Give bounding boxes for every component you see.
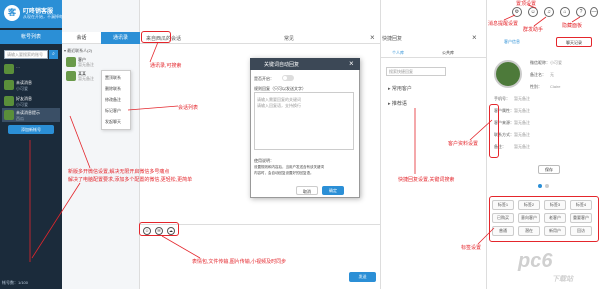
search-icon[interactable]: ⌕ [49, 50, 58, 59]
contact-group[interactable]: ▾ 最近联系人(2) [64, 48, 92, 54]
phrase-group[interactable]: ▸ 常用客户 [388, 85, 412, 92]
avatar [66, 71, 76, 81]
annotation: 隐藏面板 [562, 23, 583, 29]
tab-chat-history[interactable]: 聊天记录 [556, 37, 592, 47]
enable-toggle[interactable] [282, 75, 294, 81]
confirm-button[interactable]: 确定 [322, 186, 344, 195]
tab-sessions[interactable]: 会话 [62, 32, 101, 44]
field-value[interactable]: Claire [550, 84, 560, 89]
broadcast-icon[interactable]: ♫ [544, 7, 554, 17]
tab-public[interactable]: 公共库 [442, 50, 454, 56]
app-logo-icon: 客 [4, 5, 20, 21]
help-icon[interactable]: ? [576, 7, 586, 17]
avatar [4, 80, 14, 90]
field-label: 备注名： [530, 72, 546, 77]
quick-reply-title: 快捷回复 [382, 36, 403, 42]
pager-dot[interactable] [538, 184, 542, 188]
annotation: 群发助手 [523, 27, 544, 33]
dialog-title: 关键词自动回复 [264, 62, 300, 68]
help-text: 内容时，会自动回复设置好的回复语。 [254, 171, 314, 175]
account-item[interactable]: 未读消息 小可爱 [2, 78, 60, 92]
pager-dot[interactable] [545, 184, 549, 188]
avatar [4, 64, 14, 74]
highlight-box [489, 104, 499, 158]
tab-customer-info[interactable]: 客户信息 [492, 37, 532, 47]
field-value[interactable]: 暂无备注 [514, 144, 530, 150]
customer-avatar [494, 60, 522, 88]
account-sub: 小可爱 [16, 86, 28, 91]
account-search-input[interactable]: 请输入要搜索的账号 [4, 50, 48, 59]
highlight-box [141, 31, 171, 43]
contact-item[interactable]: 客户 暂无备注 [66, 56, 138, 68]
menu-item[interactable]: 修改备注 [105, 97, 121, 103]
close-icon[interactable]: × [370, 33, 375, 42]
annotation: 标签设置 [461, 245, 482, 251]
close-icon[interactable]: × [472, 33, 477, 42]
tab-address-book[interactable]: 通讯录 [101, 32, 140, 44]
watermark-text: 下载站 [552, 276, 573, 283]
menu-item[interactable]: 删除联系 [105, 86, 121, 92]
keyword-textarea[interactable]: 请输入需要回复的关键词 请输入回复语，支持换行 [254, 92, 354, 150]
chat-header-label: 常见 [284, 36, 295, 42]
contact-sub: 暂无备注 [78, 62, 94, 67]
account-name: … [16, 64, 20, 69]
app-window: 客 叮咚销客服 从现在开始，不漏掉每位客户的每个声音 帐号列表 请输入要搜索的账… [0, 0, 600, 289]
account-count: 帐号数：1/100 [2, 280, 29, 285]
account-item[interactable]: 好友消息 小可爱 [2, 94, 60, 108]
annotation: 置顶设置 [516, 1, 537, 7]
account-sub: 西瓜 [16, 116, 24, 121]
field-value[interactable]: 无 [550, 72, 554, 78]
annotation: 表情包,文件传输,图片传输,小视频及时同步 [192, 259, 287, 265]
avatar [66, 57, 76, 67]
textarea-placeholder: 请输入回复语，支持换行 [257, 103, 301, 108]
watermark-logo: pc6 [518, 250, 553, 272]
highlight-box [139, 222, 179, 236]
avatar [4, 96, 14, 106]
field-value[interactable]: 暂无备注 [514, 120, 530, 126]
help-title: 使用说明： [254, 158, 274, 163]
field-value[interactable]: 暂无备注 [514, 96, 530, 102]
contact-sub: 暂无备注 [78, 76, 94, 81]
field-value[interactable]: 暂无备注 [514, 108, 530, 114]
cancel-button[interactable]: 取消 [296, 186, 318, 195]
annotation: 会话列表 [178, 105, 199, 111]
menu-item[interactable]: 置顶联系 [105, 75, 121, 81]
annotation: 新版多开微信设置,解决无限开启微信多号痛点 [68, 169, 170, 175]
annotation: 消息提醒设置 [488, 21, 519, 27]
field-label: 性别： [530, 84, 542, 89]
account-item[interactable]: … [2, 62, 60, 76]
minimize-icon[interactable]: — [590, 7, 598, 17]
tab-accounts[interactable]: 帐号列表 [0, 30, 62, 44]
add-account-button[interactable]: 添加新帐号 [8, 125, 54, 134]
settings-icon[interactable]: ⚙ [512, 7, 522, 17]
annotation: 客户资料设置 [448, 141, 479, 147]
tab-personal[interactable]: 个人库 [392, 50, 404, 56]
contacts-tabs: 会话 通讯录 [62, 32, 140, 44]
field-value[interactable]: 暂无备注 [514, 132, 530, 138]
field-value[interactable]: 小可爱 [550, 60, 562, 66]
help-text: 设置规则和内容后，当用户发送含有该关键词 [254, 165, 324, 169]
field-label: 微信昵称： [530, 60, 550, 65]
phrase-search-input[interactable]: 搜索快捷回复 [386, 67, 446, 76]
save-button[interactable]: 保存 [538, 165, 560, 174]
avatar [4, 110, 14, 120]
annotation: 解决了电脑配置要求,添加多个配置的微信,更轻松,更简单 [68, 177, 193, 183]
account-item-selected[interactable]: 未读消息提示 西瓜 [2, 108, 60, 122]
home-icon[interactable]: ⌂ [560, 7, 570, 17]
annotation: 快捷回复设置,关键词搜索 [398, 177, 455, 183]
enable-label: 是否开启： [254, 76, 274, 81]
menu-item[interactable]: 发起聊天 [105, 119, 121, 125]
phrase-group[interactable]: ▸ 推荐语 [388, 100, 407, 107]
reminder-icon[interactable]: ☺ [528, 7, 538, 17]
close-icon[interactable]: × [349, 59, 354, 68]
send-button[interactable]: 发送(Ctrl+Enter) [349, 272, 376, 289]
contact-context-menu: 置顶联系 删除联系 修改备注 标记客户 发起聊天 [101, 70, 131, 130]
highlight-box [489, 196, 599, 242]
annotation: 通讯录,可搜索 [150, 63, 182, 69]
field-label: 手机号： [494, 96, 510, 101]
phrase-tabs: 个人库 公共库 [380, 48, 486, 58]
menu-item[interactable]: 标记客户 [105, 108, 121, 114]
